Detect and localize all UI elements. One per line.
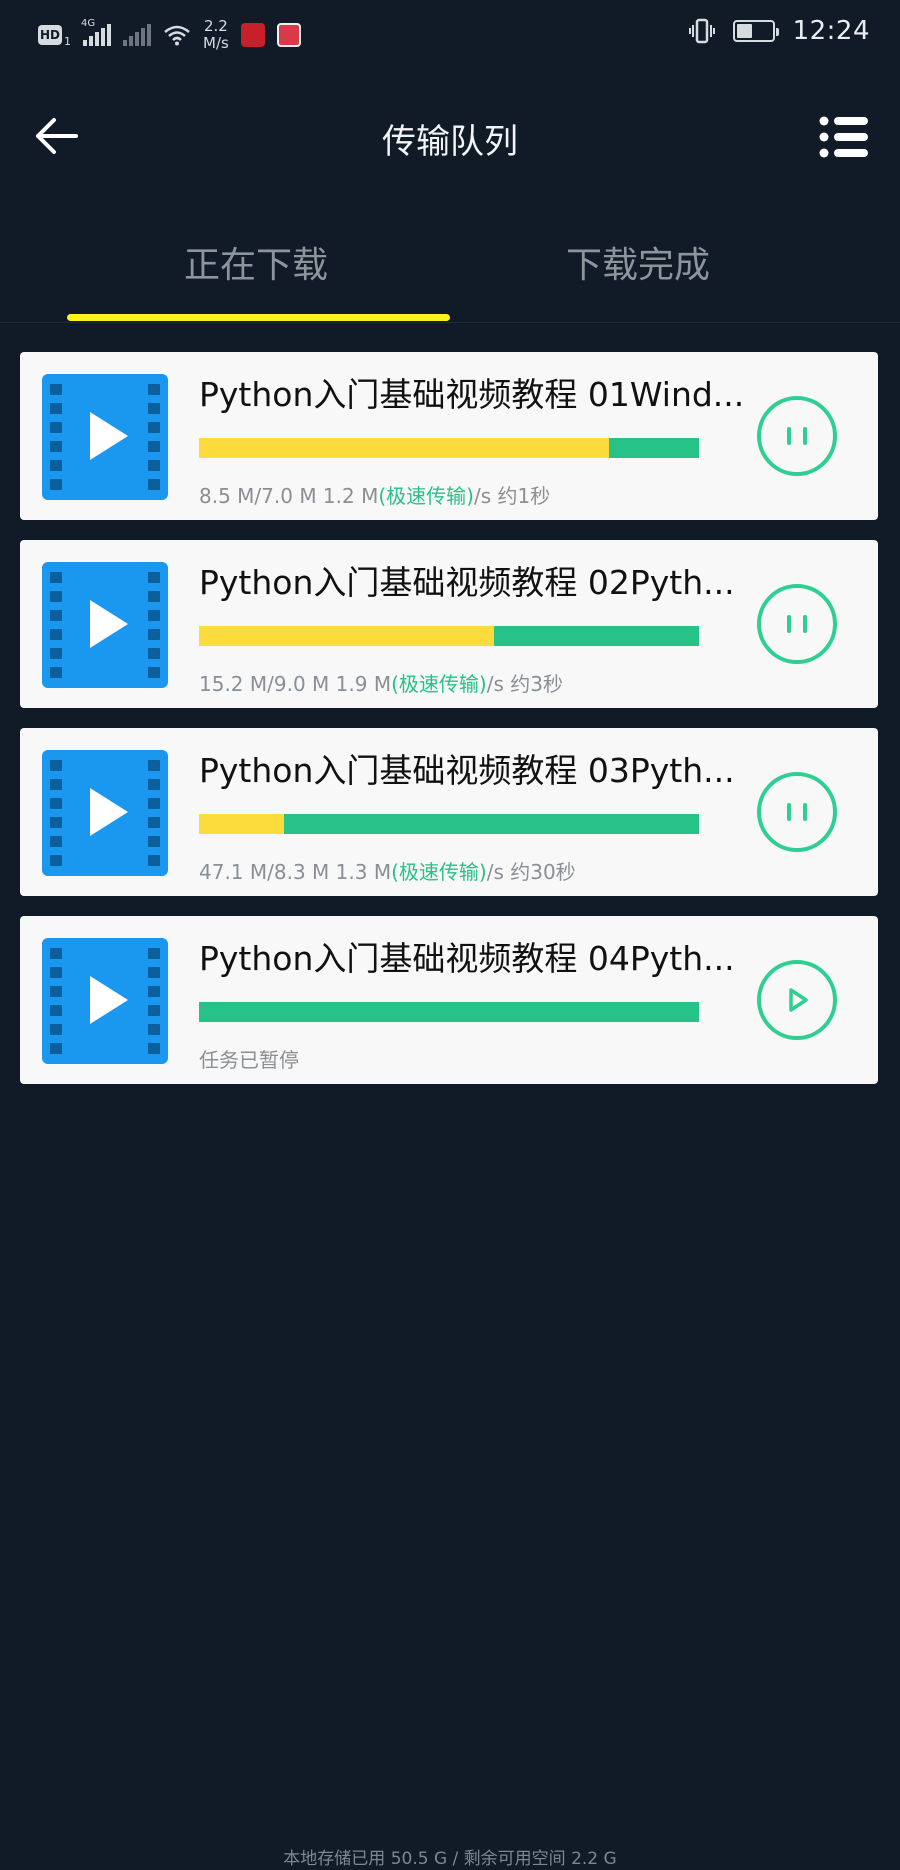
transfer-stats: 8.5 M/7.0 M 1.2 M	[199, 484, 379, 508]
turbo-label: (极速传输)	[391, 672, 487, 696]
task-status-text: 15.2 M/9.0 M 1.9 M(极速传输)/s 约3秒	[199, 668, 563, 697]
play-icon	[789, 988, 808, 1012]
list-menu-icon[interactable]	[818, 114, 870, 160]
tab-completed[interactable]: 下载完成	[566, 236, 710, 288]
task-status-text: 8.5 M/7.0 M 1.2 M(极速传输)/s 约1秒	[199, 480, 550, 509]
status-bar: HD 1 4G 2.2 M/s 12:24	[0, 0, 900, 72]
transfer-stats: 15.2 M/9.0 M 1.9 M	[199, 672, 392, 696]
task-status-text: 任务已暂停	[199, 1044, 299, 1073]
video-file-icon	[42, 938, 168, 1064]
pause-button[interactable]	[757, 396, 837, 476]
eta-text: /s 约3秒	[486, 672, 563, 696]
pause-button[interactable]	[757, 772, 837, 852]
tab-bar: 正在下载 下载完成	[0, 210, 900, 323]
turbo-label: (极速传输)	[391, 860, 487, 884]
active-tab-indicator	[67, 314, 450, 321]
pause-icon	[787, 615, 807, 633]
progress-bar	[199, 438, 699, 458]
progress-bar	[199, 1002, 699, 1022]
eta-text: /s 约1秒	[473, 484, 551, 508]
progress-fill	[199, 438, 609, 458]
network-speed-unit: M/s	[203, 34, 229, 52]
network-type-label: 4G	[81, 18, 96, 29]
network-speed: 2.2 M/s	[203, 18, 229, 52]
progress-bar	[199, 814, 699, 834]
hd-badge: HD	[38, 25, 62, 45]
vibrate-icon	[688, 18, 715, 44]
video-file-icon	[42, 562, 168, 688]
task-title: Python入门基础视频教程 02Pyth...	[199, 563, 735, 602]
tab-downloading[interactable]: 正在下载	[184, 236, 328, 288]
task-title: Python入门基础视频教程 04Pyth...	[199, 939, 735, 978]
pause-button[interactable]	[757, 584, 837, 664]
app-notification-icon	[240, 23, 265, 47]
video-file-icon	[42, 750, 168, 876]
cellular-signal-icon: 4G	[81, 18, 111, 46]
resume-button[interactable]	[757, 960, 837, 1040]
title-bar: 传输队列	[0, 90, 900, 180]
page-title: 传输队列	[382, 122, 518, 162]
download-task-card[interactable]: Python入门基础视频教程 01Wind... 8.5 M/7.0 M 1.2…	[20, 352, 878, 520]
video-file-icon	[42, 374, 168, 500]
transfer-stats: 47.1 M/8.3 M 1.3 M	[199, 860, 392, 884]
paused-status: 任务已暂停	[199, 1048, 299, 1072]
progress-fill	[199, 626, 494, 646]
clock: 12:24	[792, 16, 870, 46]
sim-slot-label: 1	[64, 34, 71, 48]
task-status-text: 47.1 M/8.3 M 1.3 M(极速传输)/s 约30秒	[199, 856, 576, 885]
task-title: Python入门基础视频教程 03Pyth...	[199, 751, 735, 790]
network-speed-value: 2.2	[203, 17, 228, 35]
battery-icon	[732, 20, 779, 42]
download-task-list: Python入门基础视频教程 01Wind... 8.5 M/7.0 M 1.2…	[20, 352, 878, 1104]
status-bar-left: HD 1 4G 2.2 M/s	[38, 18, 301, 52]
download-task-card[interactable]: Python入门基础视频教程 04Pyth... 任务已暂停	[20, 916, 878, 1084]
storage-info: 本地存储已用 50.5 G / 剩余可用空间 2.2 G	[283, 1849, 617, 1869]
app-notification-icon	[276, 23, 301, 47]
pause-icon	[787, 803, 807, 821]
download-task-card[interactable]: Python入门基础视频教程 03Pyth... 47.1 M/8.3 M 1.…	[20, 728, 878, 896]
battery-level	[736, 24, 752, 38]
eta-text: /s 约30秒	[486, 860, 576, 884]
progress-fill	[199, 814, 284, 834]
pause-icon	[787, 427, 807, 445]
wifi-icon	[164, 25, 190, 46]
no-signal-icon	[123, 24, 151, 46]
turbo-label: (极速传输)	[378, 484, 474, 508]
status-bar-right: 12:24	[688, 16, 870, 46]
download-task-card[interactable]: Python入门基础视频教程 02Pyth... 15.2 M/9.0 M 1.…	[20, 540, 878, 708]
task-title: Python入门基础视频教程 01Wind...	[199, 375, 745, 414]
progress-bar	[199, 626, 699, 646]
